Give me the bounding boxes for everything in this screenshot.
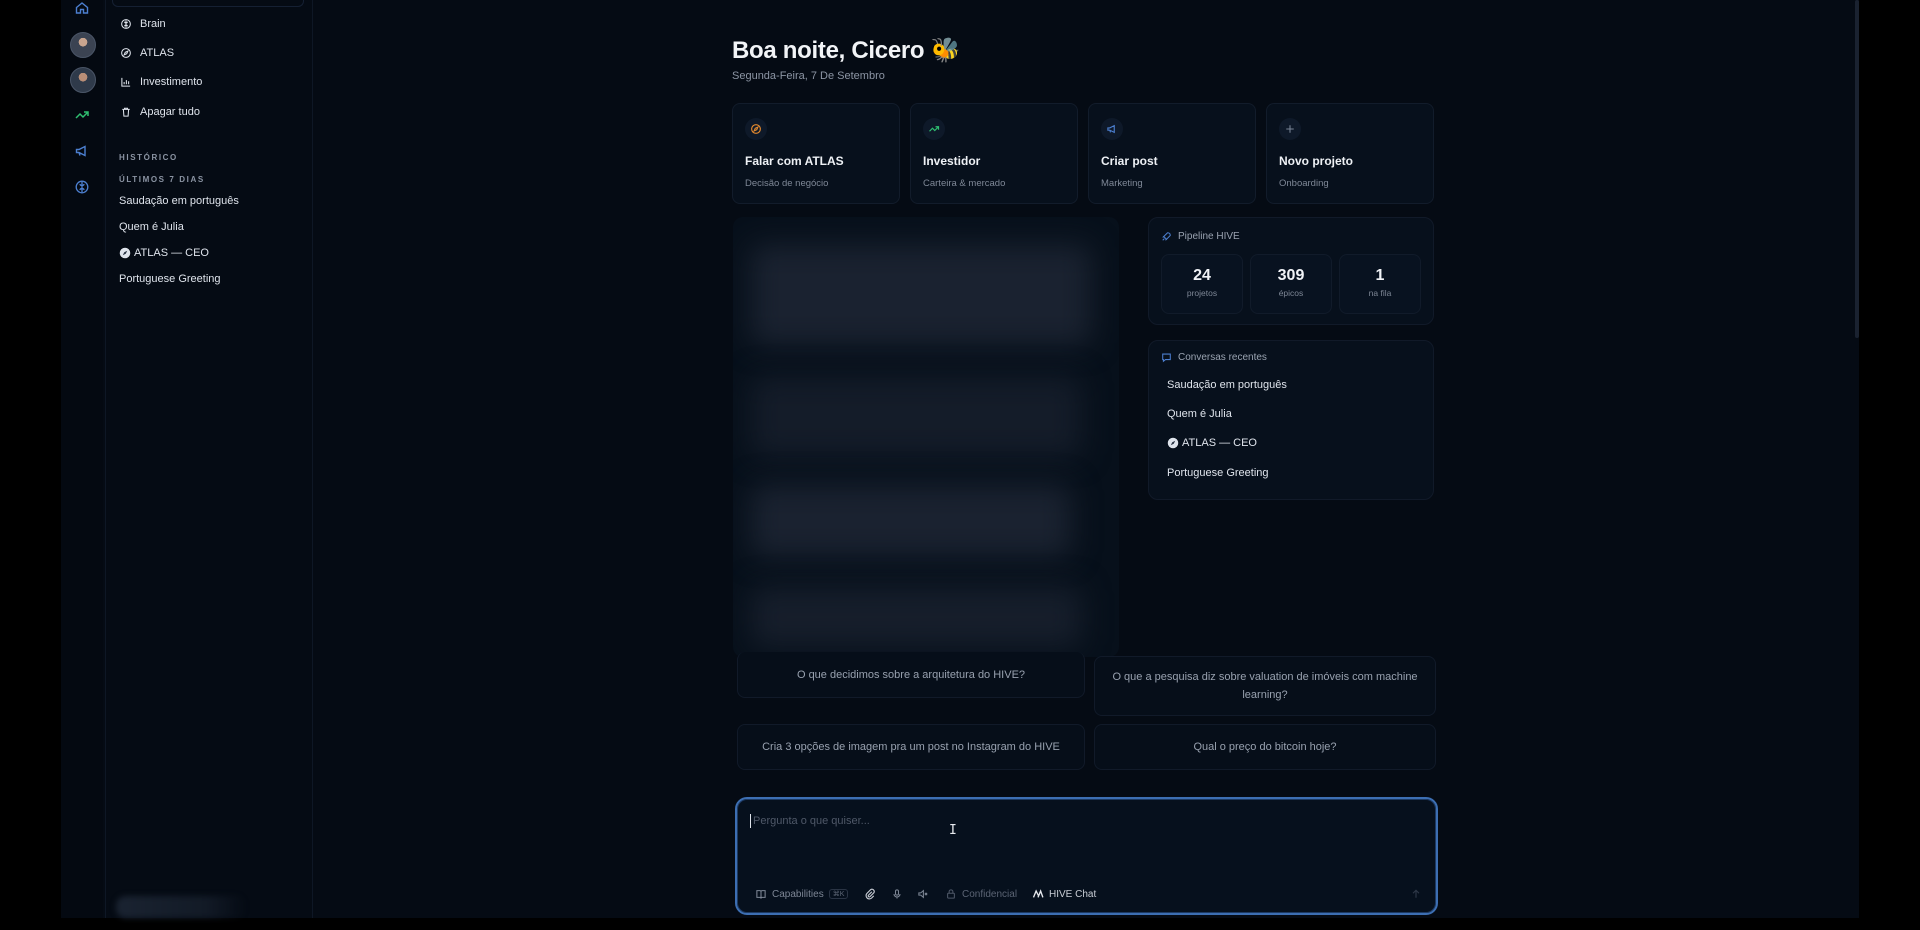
brain-icon[interactable] [70, 175, 94, 199]
compass-icon [119, 247, 131, 259]
sidebar-item-label: Brain [140, 18, 166, 30]
sidebar-item-label: ATLAS [140, 47, 175, 59]
greeting-title: Boa noite, Cicero 🐝 [732, 37, 961, 64]
megaphone-icon [1101, 118, 1123, 140]
quick-action-title: Novo projeto [1279, 154, 1353, 168]
quick-action-title: Investidor [923, 154, 981, 168]
quick-action-investidor[interactable]: Investidor Carteira & mercado [910, 103, 1078, 204]
blurred-content [733, 217, 1119, 657]
megaphone-icon[interactable] [70, 139, 94, 163]
microphone-icon[interactable] [891, 886, 903, 902]
pipeline-panel: Pipeline HIVE 24 projetos 309 épicos 1 n… [1148, 217, 1434, 325]
pipeline-stat-epicos: 309 épicos [1250, 254, 1332, 314]
stat-label: projetos [1186, 288, 1218, 298]
stat-label: na fila [1368, 288, 1392, 298]
quick-action-atlas[interactable]: Falar com ATLAS Decisão de negócio [732, 103, 900, 204]
stat-value: 1 [1375, 267, 1385, 284]
sidebar-item-investimento[interactable]: Investimento [120, 72, 202, 92]
trending-up-icon [923, 118, 945, 140]
recent-conversation-item[interactable]: Portuguese Greeting [1167, 467, 1269, 479]
quick-action-subtitle: Marketing [1101, 178, 1143, 189]
sidebar-conversation[interactable]: Quem é Julia [119, 221, 184, 233]
sidebar-item-label: Apagar tudo [140, 106, 200, 118]
chat-icon [1162, 353, 1171, 363]
suggestion-chip[interactable]: Qual o preço do bitcoin hoje? [1094, 724, 1436, 770]
sidebar-item-apagar-tudo[interactable]: Apagar tudo [120, 102, 200, 122]
quick-action-criar-post[interactable]: Criar post Marketing [1088, 103, 1256, 204]
model-selector[interactable]: HIVE Chat [1032, 886, 1096, 902]
suggestion-chip[interactable]: O que decidimos sobre a arquitetura do H… [737, 652, 1085, 698]
sidebar-item-label: Investimento [140, 76, 203, 88]
text-cursor-icon: I [949, 823, 957, 838]
suggestion-chip[interactable]: Cria 3 opções de imagem pra um post no I… [737, 724, 1085, 770]
stat-value: 24 [1193, 267, 1211, 284]
sidebar-item-atlas[interactable]: ATLAS [120, 43, 174, 63]
period-heading: ÚLTIMOS 7 DIAS [119, 175, 205, 184]
recent-title: Conversas recentes [1161, 352, 1267, 363]
rocket-icon [1162, 232, 1171, 241]
user-profile[interactable] [116, 896, 246, 918]
chart-icon [121, 77, 131, 87]
chat-composer: I Capabilities ⌘K Confidencial HIVE Chat [735, 797, 1438, 915]
brain-icon [121, 19, 131, 29]
trending-up-icon[interactable] [70, 103, 94, 127]
recent-conversations-panel: Conversas recentes Saudação em português… [1148, 340, 1434, 500]
quick-action-novo-projeto[interactable]: Novo projeto Onboarding [1266, 103, 1434, 204]
send-button[interactable] [1406, 884, 1426, 904]
pipeline-title: Pipeline HIVE [1161, 231, 1240, 242]
trash-icon [122, 107, 130, 117]
quick-action-subtitle: Onboarding [1279, 178, 1329, 189]
stat-label: épicos [1278, 288, 1304, 298]
compass-icon [1167, 437, 1179, 449]
recent-conversation-item[interactable]: Quem é Julia [1167, 408, 1232, 420]
date-label: Segunda-Feira, 7 De Setembro [732, 70, 885, 82]
sidebar-conversation[interactable]: Portuguese Greeting [119, 273, 221, 285]
quick-action-subtitle: Carteira & mercado [923, 178, 1006, 189]
speaker-mute-icon[interactable] [917, 886, 929, 902]
pipeline-stat-projetos: 24 projetos [1161, 254, 1243, 314]
confidential-toggle[interactable]: Confidencial [945, 886, 1017, 902]
quick-action-subtitle: Decisão de negócio [745, 178, 829, 189]
compass-icon [745, 118, 767, 140]
send-icon [1412, 889, 1420, 898]
lock-icon [947, 889, 955, 899]
suggestion-chip[interactable]: O que a pesquisa diz sobre valuation de … [1094, 656, 1436, 716]
compass-icon [121, 48, 131, 58]
paperclip-icon[interactable] [864, 886, 876, 902]
sidebar-item-brain[interactable]: Brain [120, 14, 166, 34]
book-icon [756, 890, 766, 899]
quick-action-title: Criar post [1101, 154, 1158, 168]
chat-input[interactable] [751, 811, 1355, 831]
recent-conversation-label: ATLAS — CEO [1182, 437, 1257, 449]
history-heading: HISTÓRICO [119, 153, 178, 162]
avatar[interactable] [70, 67, 96, 93]
hive-logo-icon [1032, 889, 1044, 898]
recent-conversation-item[interactable]: Saudação em português [1167, 379, 1287, 391]
sidebar-top-card [112, 0, 304, 7]
quick-action-title: Falar com ATLAS [745, 154, 844, 168]
recent-conversation-item[interactable]: ATLAS — CEO [1167, 437, 1257, 449]
plus-icon [1279, 118, 1301, 140]
home-icon[interactable] [70, 0, 94, 20]
capabilities-button[interactable]: Capabilities ⌘K [755, 886, 849, 902]
shortcut-badge: ⌘K [828, 889, 849, 899]
pipeline-stat-fila: 1 na fila [1339, 254, 1421, 314]
avatar[interactable] [70, 32, 96, 58]
sidebar-conversation-label: ATLAS — CEO [134, 247, 209, 259]
sidebar-conversation[interactable]: Saudação em português [119, 195, 239, 207]
scrollbar[interactable] [1855, 0, 1859, 338]
sidebar-conversation[interactable]: ATLAS — CEO [119, 247, 209, 259]
stat-value: 309 [1277, 267, 1305, 284]
sidebar: Brain ATLAS Investimento Apagar tudo HIS… [105, 0, 313, 918]
icon-rail [61, 0, 103, 918]
